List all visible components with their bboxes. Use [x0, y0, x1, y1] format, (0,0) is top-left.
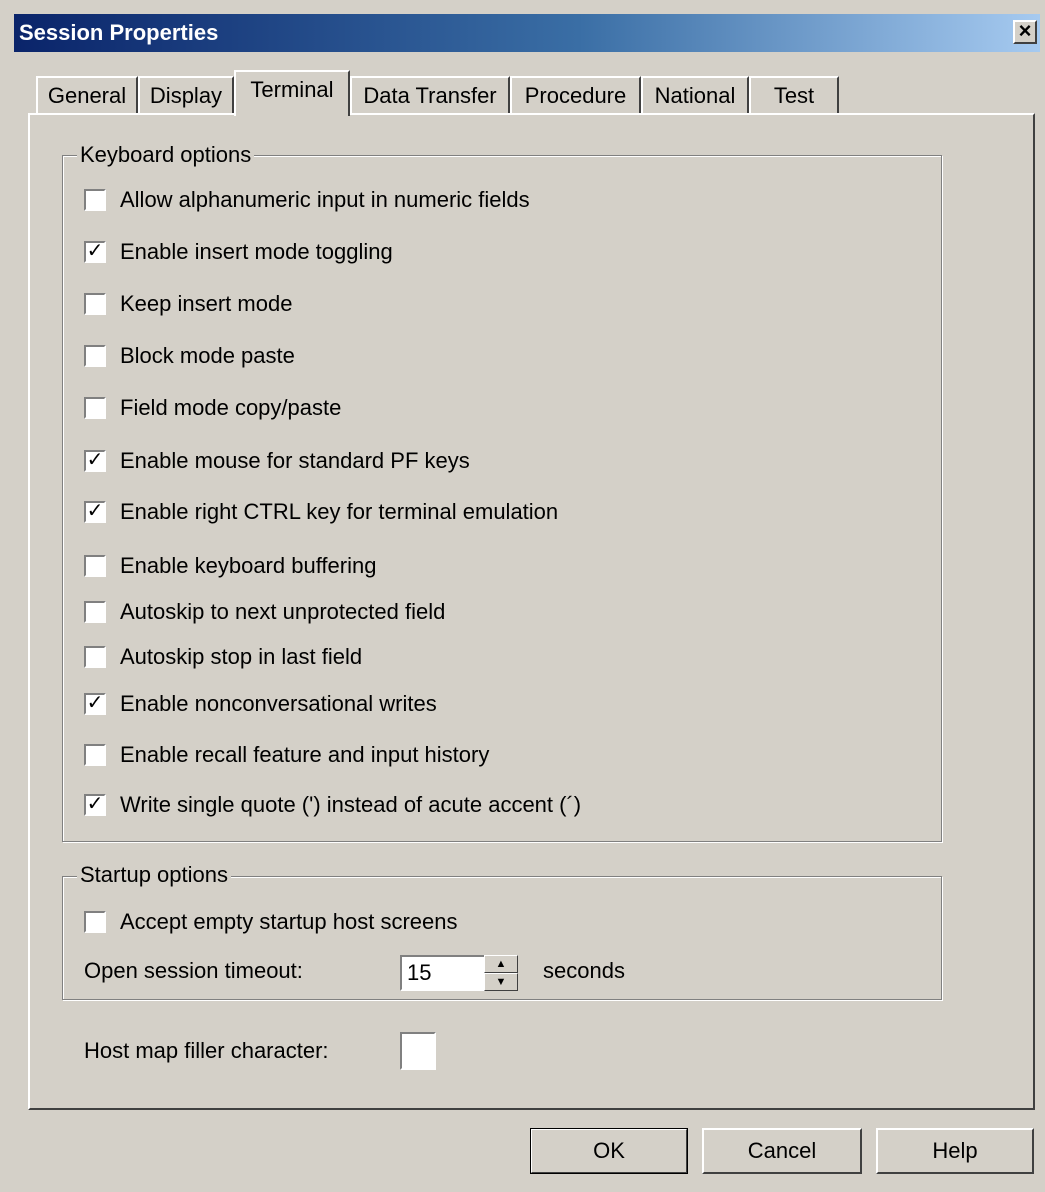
keyboard-option-label: Allow alphanumeric input in numeric fiel…: [120, 187, 530, 212]
open-session-timeout-input[interactable]: 15: [400, 955, 486, 991]
tab-general[interactable]: General: [36, 76, 138, 116]
tab-data-transfer[interactable]: Data Transfer: [350, 76, 510, 116]
tab-test[interactable]: Test: [749, 76, 839, 116]
keyboard-option-label: Autoskip stop in last field: [120, 644, 363, 669]
open-session-timeout-label: Open session timeout:: [84, 958, 303, 983]
keyboard-option-checkbox[interactable]: [84, 744, 106, 766]
keyboard-option-label: Write single quote (') instead of acute …: [120, 792, 582, 817]
keyboard-option-label: Enable right CTRL key for terminal emula…: [120, 499, 559, 524]
help-button[interactable]: Help: [876, 1128, 1034, 1174]
accept-empty-startup-checkbox-row[interactable]: Accept empty startup host screens: [84, 908, 458, 936]
keyboard-option-row[interactable]: Block mode paste: [84, 342, 295, 370]
spin-up-icon[interactable]: ▲: [484, 955, 518, 973]
keyboard-option-row[interactable]: Allow alphanumeric input in numeric fiel…: [84, 186, 530, 214]
keyboard-option-label: Enable recall feature and input history: [120, 742, 490, 767]
keyboard-option-row[interactable]: Enable keyboard buffering: [84, 552, 376, 580]
keyboard-option-checkbox[interactable]: ✓: [84, 693, 106, 715]
tab-display[interactable]: Display: [138, 76, 234, 116]
title-bar: Session Properties: [14, 14, 1040, 52]
tab-national[interactable]: National: [641, 76, 749, 116]
keyboard-option-checkbox[interactable]: [84, 601, 106, 623]
keyboard-option-checkbox[interactable]: [84, 646, 106, 668]
keyboard-option-label: Enable mouse for standard PF keys: [120, 448, 470, 473]
keyboard-option-label: Field mode copy/paste: [120, 395, 342, 420]
keyboard-option-row[interactable]: Autoskip stop in last field: [84, 643, 362, 671]
keyboard-option-row[interactable]: Keep insert mode: [84, 290, 292, 318]
spin-down-icon[interactable]: ▼: [484, 973, 518, 991]
keyboard-option-checkbox[interactable]: [84, 555, 106, 577]
keyboard-option-row[interactable]: Field mode copy/paste: [84, 394, 341, 422]
keyboard-option-label: Enable keyboard buffering: [120, 553, 377, 578]
ok-button[interactable]: OK: [530, 1128, 688, 1174]
keyboard-option-label: Keep insert mode: [120, 291, 293, 316]
keyboard-option-row[interactable]: ✓ Write single quote (') instead of acute…: [84, 791, 581, 819]
accept-empty-startup-checkbox[interactable]: [84, 911, 106, 933]
session-properties-dialog: Session Properties × General Display Ter…: [0, 0, 1045, 1192]
keyboard-option-checkbox[interactable]: ✓: [84, 241, 106, 263]
keyboard-option-row[interactable]: Enable recall feature and input history: [84, 741, 489, 769]
startup-options-legend: Startup options: [77, 862, 231, 888]
tab-terminal[interactable]: Terminal: [234, 70, 350, 116]
close-icon[interactable]: ×: [1013, 20, 1037, 44]
timeout-unit-label: seconds: [543, 958, 625, 983]
keyboard-option-label: Enable insert mode toggling: [120, 239, 393, 264]
keyboard-option-label: Enable nonconversational writes: [120, 691, 437, 716]
keyboard-option-checkbox[interactable]: [84, 189, 106, 211]
accept-empty-startup-label: Accept empty startup host screens: [120, 909, 458, 934]
host-map-filler-label: Host map filler character:: [84, 1038, 329, 1063]
keyboard-option-checkbox[interactable]: ✓: [84, 501, 106, 523]
keyboard-option-checkbox[interactable]: [84, 397, 106, 419]
keyboard-option-row[interactable]: ✓ Enable nonconversational writes: [84, 690, 437, 718]
window-title: Session Properties: [19, 20, 219, 45]
keyboard-option-checkbox[interactable]: [84, 345, 106, 367]
keyboard-option-checkbox[interactable]: [84, 293, 106, 315]
keyboard-option-row[interactable]: ✓ Enable mouse for standard PF keys: [84, 447, 470, 475]
keyboard-option-label: Autoskip to next unprotected field: [120, 599, 446, 624]
keyboard-options-legend: Keyboard options: [77, 142, 255, 168]
keyboard-option-label: Block mode paste: [120, 343, 295, 368]
tab-procedure[interactable]: Procedure: [510, 76, 641, 116]
keyboard-option-checkbox[interactable]: ✓: [84, 450, 106, 472]
cancel-button[interactable]: Cancel: [702, 1128, 862, 1174]
keyboard-option-row[interactable]: Autoskip to next unprotected field: [84, 598, 445, 626]
keyboard-option-row[interactable]: ✓ Enable insert mode toggling: [84, 238, 393, 266]
host-map-filler-input[interactable]: [400, 1032, 436, 1070]
keyboard-option-row[interactable]: ✓ Enable right CTRL key for terminal emul…: [84, 498, 558, 526]
keyboard-option-checkbox[interactable]: ✓: [84, 794, 106, 816]
timeout-spinner: ▲ ▼: [484, 955, 518, 991]
